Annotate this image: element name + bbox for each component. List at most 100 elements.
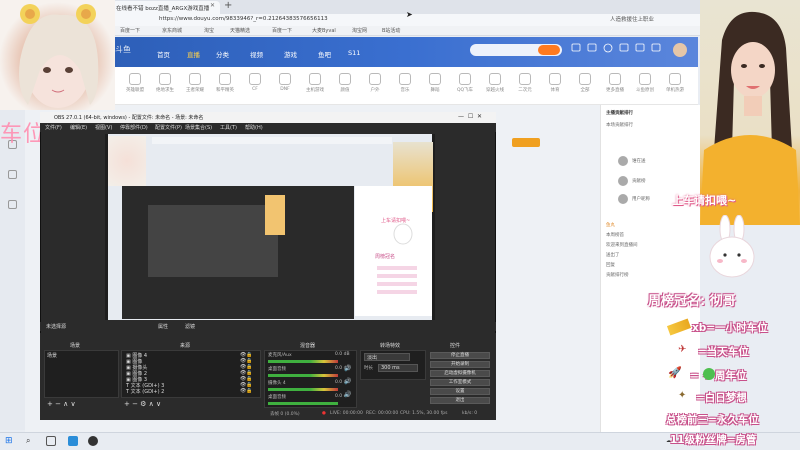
mixer-mute-icons[interactable]: 🔊 🔊 🔊: [344, 362, 351, 401]
nav-category[interactable]: 分类: [216, 49, 229, 59]
source-visibility-icons[interactable]: 👁🔒 👁🔒 👁🔒 👁🔒 👁🔒 👁🔒 👁🔒: [240, 352, 253, 394]
url-text[interactable]: https://www.douyu.com/9833946?_r=0.21264…: [155, 15, 545, 25]
preview-nested-obs-deep: [148, 205, 278, 277]
category-item[interactable]: 更多直播: [602, 73, 628, 93]
volume-meter: [268, 388, 338, 391]
menu-edit[interactable]: 编辑(E): [70, 124, 87, 131]
scene-list-controls-icon[interactable]: + − ∧ ∨: [47, 400, 76, 408]
nav-yuba[interactable]: 鱼吧: [318, 49, 331, 59]
source-item[interactable]: T 文本 (GDI+) 2: [126, 388, 164, 395]
studio-mode-button[interactable]: 工作室模式: [430, 379, 490, 386]
category-item[interactable]: 单机热游: [662, 73, 688, 93]
category-item[interactable]: 舞蹈: [422, 73, 448, 93]
rocket-icon: 🚀: [668, 366, 682, 379]
start-recording-button[interactable]: 开始录制: [430, 361, 490, 368]
category-item[interactable]: 体育: [542, 73, 568, 93]
category-bar: 英雄联盟 绝地求生 王者荣耀 和平精英 CF DNF 主机游戏 颜值 户外 音乐…: [112, 67, 698, 105]
douyu-logo[interactable]: 斗鱼: [115, 44, 131, 55]
bookmark-item[interactable]: 大麦Byval: [312, 27, 336, 34]
avatar[interactable]: [618, 156, 628, 166]
browser-tab-douyu[interactable]: 在线看不错 bozz直播_ARGX游戏直播: [112, 1, 220, 14]
category-item[interactable]: 王者荣耀: [182, 73, 208, 93]
bookmark-item[interactable]: 京东商城: [162, 27, 182, 34]
menu-tools[interactable]: 工具(T): [220, 124, 237, 131]
obs-title: OBS 27.0.1 (64-bit, windows) - 配置文件: 未命名…: [54, 115, 204, 121]
nav-s11[interactable]: S11: [348, 49, 360, 57]
category-item[interactable]: 颜值: [332, 73, 358, 93]
search-button[interactable]: [538, 45, 560, 55]
chat-line: 贡献排行榜: [606, 273, 629, 278]
category-icon: [639, 73, 651, 85]
new-tab-button[interactable]: +: [224, 0, 232, 11]
menu-view[interactable]: 视图(V): [95, 124, 112, 131]
category-item[interactable]: 斗鱼原创: [632, 73, 658, 93]
nav-home[interactable]: 首页: [157, 49, 170, 59]
preview-chat: 上车请扣喂~ 周榜冠名: [355, 186, 432, 316]
live-indicator-icon: ●: [322, 411, 326, 416]
preview-address-bar: [152, 137, 392, 144]
category-item[interactable]: 户外: [362, 73, 388, 93]
search-icon[interactable]: ⌕: [26, 436, 30, 446]
duration-input[interactable]: 300 ms: [378, 364, 418, 372]
category-item[interactable]: 穿越火线: [482, 73, 508, 93]
menu-profile[interactable]: 配置文件(P): [155, 124, 182, 131]
transition-select[interactable]: 淡出: [364, 353, 410, 361]
sidebar-history-icon[interactable]: [4, 200, 20, 211]
category-item[interactable]: DNF: [272, 73, 298, 92]
bookmark-item[interactable]: B站活动: [382, 27, 400, 34]
menu-file[interactable]: 文件(F): [45, 124, 62, 131]
nav-live[interactable]: 直播: [187, 49, 200, 59]
stop-streaming-button[interactable]: 停止直播: [430, 352, 490, 359]
category-item[interactable]: 主机游戏: [302, 73, 328, 93]
windows-start-icon[interactable]: ⊞: [5, 436, 13, 446]
category-item[interactable]: 和平精英: [212, 73, 238, 93]
virtual-camera-button[interactable]: 启动虚拟摄像机: [430, 370, 490, 377]
address-right-text[interactable]: 人造救援住上职业: [610, 15, 654, 23]
avatar[interactable]: [618, 194, 628, 204]
dropped-frames: 丢帧 0 (0.0%): [270, 412, 300, 417]
filters-button[interactable]: 滤镜: [185, 323, 195, 330]
rule-line: 总榜前三=永久车位: [666, 414, 759, 426]
category-icon: [399, 73, 411, 85]
sidebar-follow-icon[interactable]: [4, 170, 20, 181]
category-item[interactable]: 绝地求生: [152, 73, 178, 93]
category-item[interactable]: CF: [242, 73, 268, 92]
bookmark-item[interactable]: 淘宝网: [352, 27, 367, 34]
volume-slider[interactable]: [268, 402, 338, 405]
menu-scene-collection[interactable]: 场景集合(S): [185, 124, 212, 131]
settings-button[interactable]: 设置: [430, 388, 490, 395]
no-source-label: 未选择源: [46, 324, 67, 330]
window-controls-icon[interactable]: — ☐ ✕: [458, 113, 482, 120]
properties-button[interactable]: 属性: [158, 323, 168, 330]
rank-button[interactable]: [512, 138, 540, 147]
obs-app-icon[interactable]: [88, 436, 98, 446]
bookmark-item[interactable]: 百度一下: [272, 27, 292, 34]
bookmark-item[interactable]: 天猫精选: [230, 27, 250, 34]
menu-help[interactable]: 帮助(H): [245, 124, 263, 131]
menu-docks[interactable]: 停靠部件(D): [120, 124, 148, 131]
rule-line: xb=一小时车位: [692, 322, 768, 334]
rule-line: =当天车位: [698, 346, 749, 358]
avatar[interactable]: [618, 176, 628, 186]
category-item[interactable]: 全部: [572, 73, 598, 93]
category-item[interactable]: QQ飞车: [452, 73, 478, 93]
category-item[interactable]: 二次元: [512, 73, 538, 93]
dock-mixer-title: 混音器: [300, 343, 316, 349]
category-item[interactable]: 音乐: [392, 73, 418, 93]
bookmark-item[interactable]: 淘宝: [204, 27, 214, 34]
edge-browser-icon[interactable]: [68, 436, 78, 446]
tab-close-icon[interactable]: ✕: [210, 2, 215, 9]
obs-title-bar[interactable]: OBS 27.0.1 (64-bit, windows) - 配置文件: 未命名…: [40, 112, 496, 123]
category-item[interactable]: 英雄联盟: [122, 73, 148, 93]
get-in-car-text: 上车请扣喂~: [672, 194, 737, 207]
category-icon: [369, 73, 381, 85]
nav-video[interactable]: 视频: [250, 49, 263, 59]
nav-game[interactable]: 游戏: [284, 49, 297, 59]
scene-item[interactable]: 场景: [47, 352, 57, 359]
task-view-icon[interactable]: [46, 436, 56, 446]
category-icon: [429, 73, 441, 85]
exit-button[interactable]: 退出: [430, 397, 490, 404]
rec-time: REC: 00:00:00: [366, 411, 399, 416]
bookmark-item[interactable]: 百度一下: [120, 27, 140, 34]
source-list-controls-icon[interactable]: + − ⚙ ∧ ∨: [124, 400, 161, 408]
